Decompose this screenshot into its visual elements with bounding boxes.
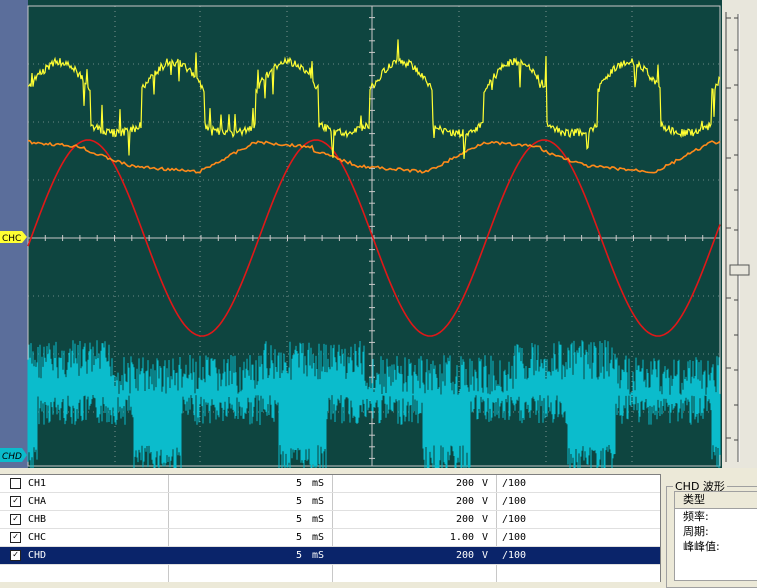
channel-row-ch1[interactable]: CH1 5 mS 200 V /100 — [0, 475, 660, 493]
channel-name: CHB — [28, 514, 47, 525]
channel-name: CHA — [28, 496, 47, 507]
channel-row-chb[interactable]: ✓ CHB 5 mS 200 V /100 — [0, 511, 660, 529]
channel-name: CHC — [28, 532, 47, 543]
timebase-value: 5 — [295, 514, 302, 525]
channel-name: CH1 — [28, 478, 47, 489]
timebase-value: 5 — [295, 532, 302, 543]
probe-ratio: /100 — [502, 532, 527, 543]
channel-checkbox[interactable]: ✓ — [10, 550, 21, 561]
oscilloscope-display: CHC CHD — [0, 0, 722, 468]
svg-text:CHC: CHC — [2, 234, 21, 244]
channel-checkbox[interactable]: ✓ — [10, 496, 21, 507]
probe-ratio: /100 — [502, 478, 527, 489]
timebase-unit: mS — [312, 478, 325, 489]
channel-checkbox[interactable] — [10, 478, 21, 489]
channel-row-chc[interactable]: ✓ CHC 5 mS 1.00 V /100 — [0, 529, 660, 547]
channel-settings-table: CH1 5 mS 200 V /100 ✓ CHA 5 mS 200 V /10… — [0, 474, 661, 582]
scale-slider-thumb[interactable] — [729, 264, 750, 276]
timebase-value: 5 — [295, 550, 302, 561]
channel-checkbox[interactable]: ✓ — [10, 514, 21, 525]
vertical-scale-bar[interactable] — [722, 0, 757, 468]
volts-per-div-value: 200 — [455, 496, 474, 507]
channel-name: CHD — [28, 550, 47, 561]
volts-unit: V — [482, 496, 489, 507]
volts-unit: V — [482, 478, 489, 489]
waveform-canvas: CHC CHD — [0, 0, 722, 468]
period-label: 周期: — [683, 525, 709, 538]
probe-ratio: /100 — [502, 550, 527, 561]
probe-ratio: /100 — [502, 496, 527, 507]
probe-ratio: /100 — [502, 514, 527, 525]
svg-text:CHD: CHD — [2, 452, 22, 462]
timebase-unit: mS — [312, 532, 325, 543]
volts-unit: V — [482, 550, 489, 561]
timebase-value: 5 — [295, 496, 302, 507]
timebase-value: 5 — [295, 478, 302, 489]
volts-per-div-value: 200 — [455, 550, 474, 561]
channel-row-chd[interactable]: ✓ CHD 5 mS 200 V /100 — [0, 547, 660, 565]
timebase-unit: mS — [312, 550, 325, 561]
volts-unit: V — [482, 532, 489, 543]
peak-to-peak-label: 峰峰值: — [683, 540, 720, 553]
chd-marker[interactable]: CHD — [0, 448, 27, 462]
measurement-list: 类型 频率: 周期: 峰峰值: — [674, 491, 757, 581]
volts-per-div-value: 1.00 — [449, 532, 474, 543]
timebase-unit: mS — [312, 514, 325, 525]
waveform-info-panel: CHD 波形 类型 频率: 周期: 峰峰值: — [662, 474, 757, 588]
volts-per-div-value: 200 — [455, 478, 474, 489]
timebase-unit: mS — [312, 496, 325, 507]
volts-unit: V — [482, 514, 489, 525]
channel-checkbox[interactable]: ✓ — [10, 532, 21, 543]
frequency-label: 频率: — [683, 510, 709, 523]
volts-per-div-value: 200 — [455, 514, 474, 525]
channel-row-cha[interactable]: ✓ CHA 5 mS 200 V /100 — [0, 493, 660, 511]
measurement-type-header[interactable]: 类型 — [675, 492, 757, 509]
